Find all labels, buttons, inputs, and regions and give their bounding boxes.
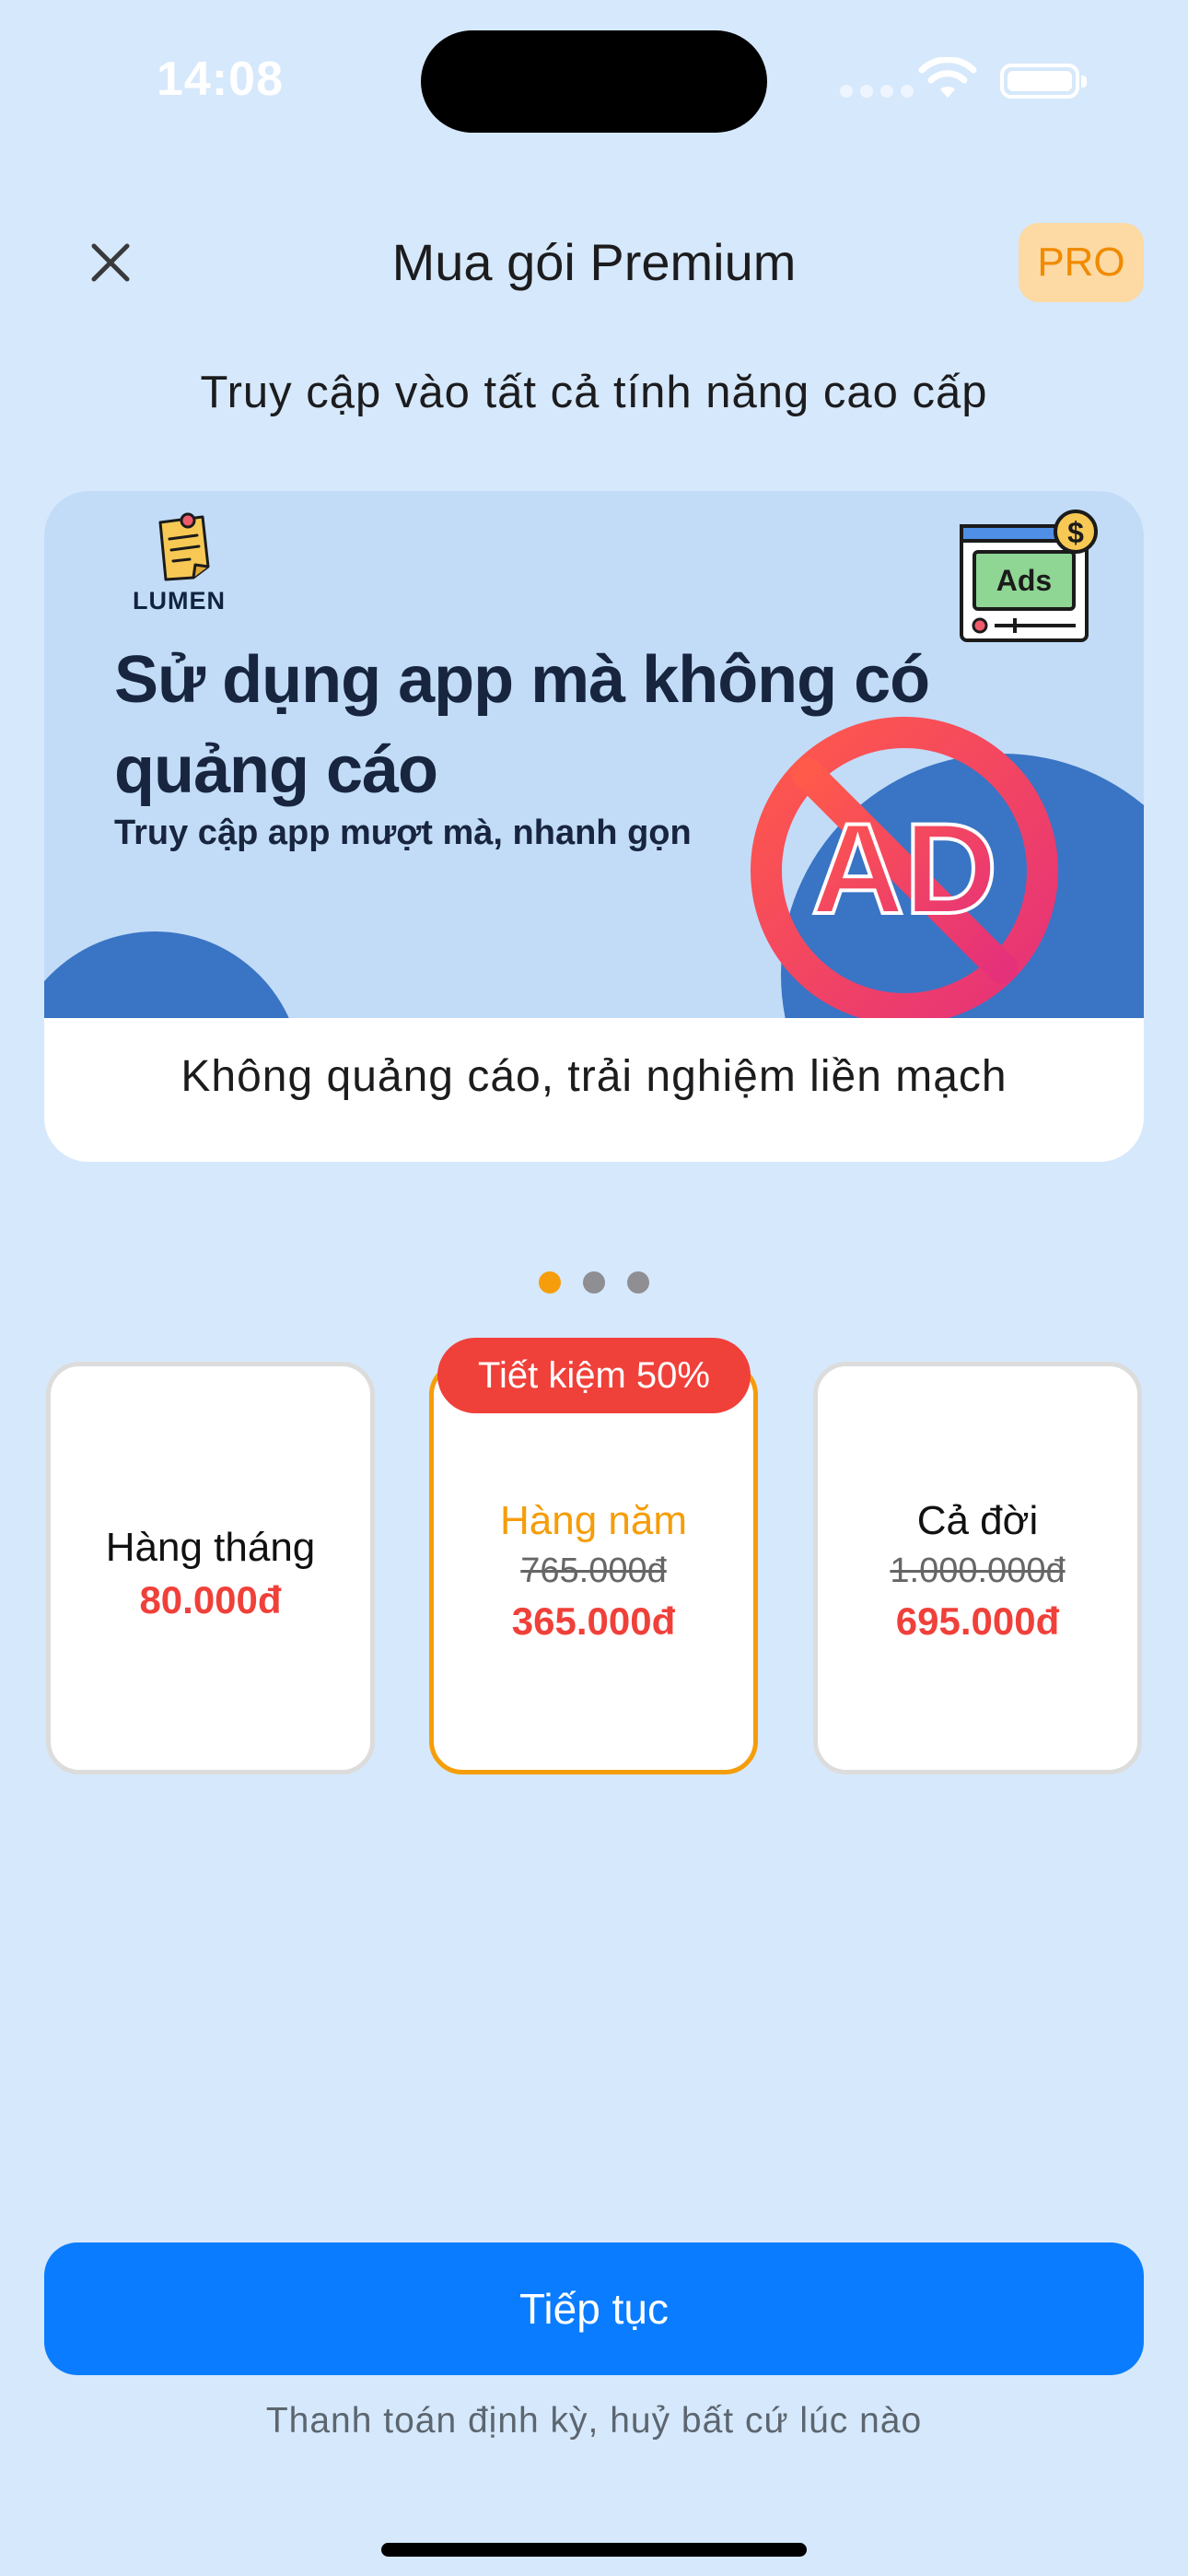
feature-banner: LUMEN Ads $ Sử dụng app mà không có quản…	[44, 491, 1144, 1018]
plan-card-yearly[interactable]: Hàng năm 765.000đ 365.000đ	[429, 1362, 758, 1774]
plan-card-monthly[interactable]: Hàng tháng 80.000đ	[46, 1362, 375, 1774]
plan-card-lifetime[interactable]: Cả đời 1.000.000đ 695.000đ	[813, 1362, 1142, 1774]
cellular-signal-icon	[840, 85, 914, 98]
pro-badge: PRO	[1019, 223, 1144, 302]
banner-decoration	[44, 931, 302, 1018]
pager-dot-2[interactable]	[583, 1271, 605, 1294]
feature-carousel-card[interactable]: LUMEN Ads $ Sử dụng app mà không có quản…	[44, 491, 1144, 1162]
feature-caption: Không quảng cáo, trải nghiệm liền mạch	[181, 1052, 1007, 1101]
no-ad-label: AD	[811, 796, 997, 941]
no-ads-icon: AD	[751, 717, 1058, 1018]
payment-note: Thanh toán định kỳ, huỷ bất cứ lúc nào	[265, 2401, 923, 2441]
plan-name: Hàng tháng	[105, 1525, 316, 1570]
plan-price: 365.000đ	[511, 1599, 676, 1643]
plan-old-price: 765.000đ	[520, 1551, 667, 1590]
plan-name: Hàng năm	[499, 1498, 687, 1543]
banner-tagline: Truy cập app mượt mà, nhanh gọn	[114, 814, 692, 852]
svg-text:$: $	[1067, 516, 1084, 549]
plan-name: Cả đời	[916, 1498, 1039, 1543]
pager-dot-1[interactable]	[539, 1271, 561, 1294]
plan-old-price: 1.000.000đ	[890, 1551, 1066, 1590]
continue-button[interactable]: Tiếp tục	[44, 2242, 1144, 2375]
status-bar: 14:08	[0, 0, 1188, 157]
page-subtitle: Truy cập vào tất cả tính năng cao cấp	[200, 368, 988, 417]
dynamic-island	[421, 30, 767, 133]
save-badge: Tiết kiệm 50%	[437, 1338, 751, 1413]
note-logo-icon	[158, 512, 210, 581]
page-title: Mua gói Premium	[391, 233, 797, 291]
status-time: 14:08	[157, 53, 284, 106]
ads-billboard-icon: Ads $	[960, 509, 1098, 642]
battery-icon	[1000, 64, 1087, 99]
plan-price: 80.000đ	[139, 1578, 282, 1622]
plan-price: 695.000đ	[895, 1599, 1060, 1643]
wifi-icon	[918, 57, 977, 98]
ads-label: Ads	[996, 564, 1052, 597]
home-indicator[interactable]	[381, 2543, 807, 2557]
brand-name: LUMEN	[133, 587, 226, 615]
pager-dot-3[interactable]	[627, 1271, 649, 1294]
carousel-pager[interactable]	[0, 1271, 1188, 1294]
